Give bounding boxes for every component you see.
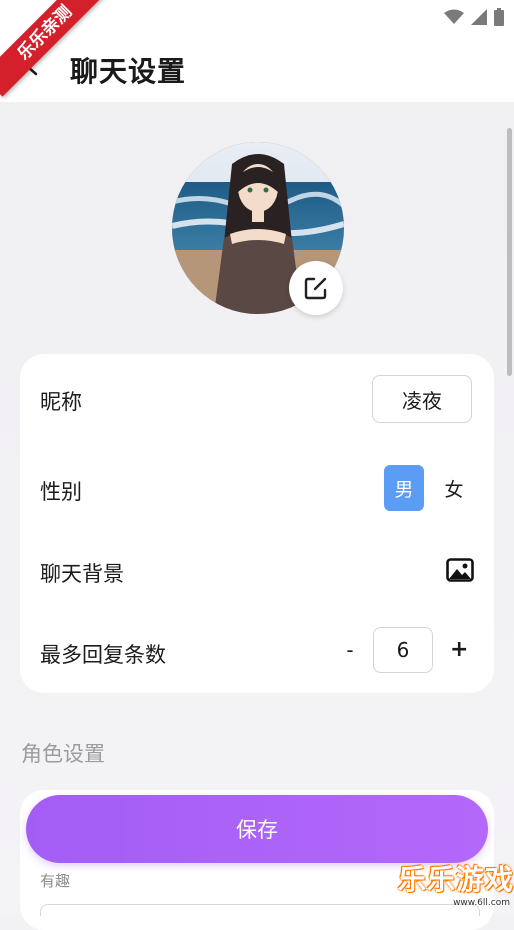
role-field-hint: 有趣 bbox=[40, 872, 71, 890]
image-icon[interactable] bbox=[446, 558, 474, 582]
wifi-icon bbox=[444, 9, 464, 24]
gender-female-option[interactable]: 女 bbox=[434, 465, 474, 511]
max-replies-label: 最多回复条数 bbox=[40, 643, 166, 667]
max-replies-field[interactable]: 6 bbox=[373, 627, 433, 673]
settings-card: 昵称 凌夜 性别 男 女 聊天背景 最多回复条数 - 6 + bbox=[20, 354, 494, 693]
watermark-text: 乐乐游戏 bbox=[398, 863, 514, 896]
watermark: 乐乐游戏 www.6ll.com bbox=[398, 864, 514, 915]
gender-male-option[interactable]: 男 bbox=[384, 465, 424, 511]
background-label: 聊天背景 bbox=[40, 562, 124, 586]
watermark-url: www.6ll.com bbox=[453, 898, 510, 908]
increment-button[interactable]: + bbox=[450, 637, 468, 662]
gender-label: 性别 bbox=[40, 480, 82, 504]
scrollbar[interactable] bbox=[507, 128, 512, 376]
edit-avatar-button[interactable] bbox=[289, 261, 343, 315]
signal-icon bbox=[471, 9, 487, 25]
battery-icon bbox=[494, 8, 504, 26]
app-header: 聊天设置 bbox=[0, 34, 514, 102]
page-title: 聊天设置 bbox=[70, 55, 187, 88]
role-section-title: 角色设置 bbox=[21, 742, 105, 766]
decrement-button[interactable]: - bbox=[342, 638, 358, 662]
nickname-field[interactable]: 凌夜 bbox=[372, 375, 472, 423]
nickname-label: 昵称 bbox=[40, 390, 82, 414]
edit-icon bbox=[304, 277, 327, 300]
status-icons bbox=[444, 8, 504, 26]
save-button[interactable]: 保存 bbox=[26, 795, 488, 863]
